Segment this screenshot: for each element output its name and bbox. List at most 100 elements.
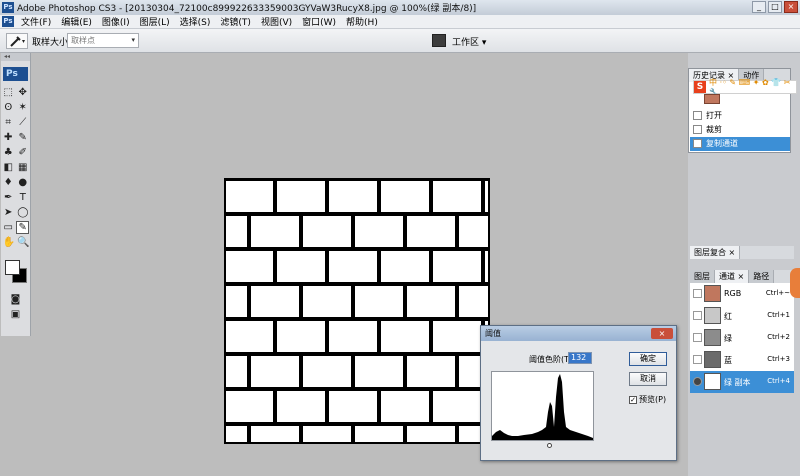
color-swatches bbox=[1, 258, 30, 292]
history-brush-source-box[interactable] bbox=[693, 111, 702, 120]
workspace-menu[interactable]: 工作区 ▾ bbox=[452, 35, 486, 48]
history-item-open[interactable]: 打开 bbox=[690, 109, 790, 123]
visibility-eye-icon[interactable] bbox=[693, 355, 702, 364]
hand-tool-icon[interactable]: ✋ bbox=[3, 237, 15, 248]
preview-checkbox[interactable]: ✓ bbox=[629, 395, 637, 404]
blur-tool-icon[interactable]: ♦ bbox=[3, 177, 14, 188]
eyedropper-preset-icon[interactable] bbox=[6, 33, 28, 49]
channel-row-green-copy[interactable]: 绿 副本 Ctrl+4 bbox=[690, 371, 794, 393]
document-canvas[interactable] bbox=[224, 178, 490, 444]
window-controls: _ □ × bbox=[752, 1, 798, 13]
brush-tool-icon[interactable]: ✎ bbox=[17, 132, 28, 143]
menu-view[interactable]: 视图(V) bbox=[256, 15, 297, 28]
menu-help[interactable]: 帮助(H) bbox=[341, 15, 383, 28]
menu-file[interactable]: 文件(F) bbox=[16, 15, 56, 28]
screen-mode-icon[interactable]: ▣ bbox=[10, 309, 21, 320]
dock-panel-icon[interactable] bbox=[432, 34, 446, 47]
channel-name: 蓝 bbox=[724, 356, 732, 365]
quick-mask-icon[interactable]: ◙ bbox=[10, 294, 21, 305]
dialog-titlebar: 阈值 × bbox=[481, 326, 676, 341]
channel-name: 绿 副本 bbox=[724, 378, 751, 387]
menu-app-icon[interactable]: Ps bbox=[2, 16, 14, 27]
channel-thumbnail bbox=[704, 351, 721, 368]
tab-layers[interactable]: 图层 bbox=[690, 270, 715, 283]
channel-shortcut: Ctrl+2 bbox=[767, 333, 790, 341]
visibility-eye-icon[interactable] bbox=[693, 311, 702, 320]
brick bbox=[251, 216, 299, 247]
cancel-button[interactable]: 取消 bbox=[629, 372, 667, 386]
sogou-ime-icon[interactable]: S bbox=[694, 81, 707, 93]
eyedropper-tool-icon[interactable]: ✎ bbox=[16, 221, 30, 234]
path-select-icon[interactable]: ➤ bbox=[3, 207, 14, 218]
dodge-tool-icon[interactable]: ● bbox=[17, 177, 28, 188]
brick bbox=[226, 181, 273, 212]
menu-image[interactable]: 图像(I) bbox=[97, 15, 135, 28]
maximize-button[interactable]: □ bbox=[768, 1, 782, 13]
crop-tool-icon[interactable]: ⌗ bbox=[3, 117, 14, 128]
magic-wand-icon[interactable]: ✶ bbox=[17, 102, 28, 113]
photoshop-logo[interactable]: Ps bbox=[3, 67, 28, 81]
gradient-tool-icon[interactable]: ▦ bbox=[17, 162, 28, 173]
sample-size-select[interactable]: 取样点 ▾ bbox=[67, 33, 139, 48]
brick bbox=[303, 216, 351, 247]
history-brush-source-box[interactable] bbox=[693, 125, 702, 134]
brick bbox=[433, 181, 481, 212]
toolbox: ◂◂ Ps ⬚ ✥ ʘ ✶ ⌗ ⟋ ✚ ✎ ♣ ✐ ◧ ▦ ♦ ● ✒ T ➤ ◯ ▭ ✎ ✋ 🔍 ◙… bbox=[1, 53, 31, 336]
zoom-tool-icon[interactable]: 🔍 bbox=[17, 237, 29, 248]
slice-tool-icon[interactable]: ⟋ bbox=[17, 117, 28, 128]
history-snapshot-thumbnail[interactable] bbox=[704, 94, 720, 104]
shape-tool-icon[interactable]: ◯ bbox=[17, 207, 28, 218]
dialog-title: 阈值 bbox=[485, 329, 501, 338]
foreground-color-swatch[interactable] bbox=[5, 260, 20, 275]
menu-edit[interactable]: 编辑(E) bbox=[56, 15, 97, 28]
notes-tool-icon[interactable]: ▭ bbox=[3, 222, 14, 233]
menu-bar: Ps 文件(F) 编辑(E) 图像(I) 图层(L) 选择(S) 滤镜(T) 视… bbox=[0, 15, 800, 29]
pen-tool-icon[interactable]: ✒ bbox=[3, 192, 14, 203]
ime-tool-icons[interactable]: 中 ·◦ ✎ ⌨ ✦ ✿ 👕 ✂ 🔧 bbox=[709, 77, 796, 97]
visibility-eye-icon[interactable] bbox=[693, 377, 702, 386]
sample-size-value: 取样点 bbox=[71, 36, 95, 45]
menu-select[interactable]: 选择(S) bbox=[175, 15, 216, 28]
healing-brush-icon[interactable]: ✚ bbox=[3, 132, 14, 143]
minimize-button[interactable]: _ bbox=[752, 1, 766, 13]
visibility-eye-icon[interactable] bbox=[693, 289, 702, 298]
channel-row-blue[interactable]: 蓝 Ctrl+3 bbox=[690, 349, 794, 371]
dialog-close-button[interactable]: × bbox=[651, 328, 673, 339]
visibility-eye-icon[interactable] bbox=[693, 333, 702, 342]
channel-thumbnail bbox=[704, 373, 721, 390]
ok-button[interactable]: 确定 bbox=[629, 352, 667, 366]
move-tool-icon[interactable]: ✥ bbox=[17, 87, 28, 98]
brick bbox=[277, 391, 325, 422]
history-item-duplicate-channel[interactable]: 复制通道 bbox=[690, 137, 790, 151]
brick bbox=[329, 321, 377, 352]
brick bbox=[381, 251, 429, 282]
lasso-tool-icon[interactable]: ʘ bbox=[3, 102, 14, 113]
history-item-crop[interactable]: 裁剪 bbox=[690, 123, 790, 137]
type-tool-icon[interactable]: T bbox=[17, 192, 28, 203]
close-button[interactable]: × bbox=[784, 1, 798, 13]
brick bbox=[407, 426, 455, 442]
threshold-dialog: 阈值 × 阈值色阶(T): 132 确定 取消 ✓ 预览(P) bbox=[480, 325, 677, 461]
toolbox-grip[interactable]: ◂◂ bbox=[1, 53, 30, 61]
side-widget-tab[interactable] bbox=[790, 268, 800, 298]
marquee-tool-icon[interactable]: ⬚ bbox=[3, 87, 14, 98]
threshold-slider-handle[interactable] bbox=[547, 443, 552, 448]
menu-filter[interactable]: 滤镜(T) bbox=[215, 15, 256, 28]
brick bbox=[226, 391, 273, 422]
preview-checkbox-group[interactable]: ✓ 预览(P) bbox=[629, 394, 666, 405]
history-brush-source-box[interactable] bbox=[693, 139, 702, 148]
channel-row-rgb[interactable]: RGB Ctrl+~ bbox=[690, 283, 794, 305]
tab-channels[interactable]: 通道 × bbox=[715, 270, 750, 283]
menu-layer[interactable]: 图层(L) bbox=[135, 15, 175, 28]
eraser-tool-icon[interactable]: ◧ bbox=[3, 162, 14, 173]
threshold-level-input[interactable]: 132 bbox=[568, 352, 592, 364]
history-brush-icon[interactable]: ✐ bbox=[17, 147, 28, 158]
tab-paths[interactable]: 路径 bbox=[749, 270, 775, 283]
sample-size-label: 取样大小: bbox=[32, 38, 72, 48]
channel-row-red[interactable]: 红 Ctrl+1 bbox=[690, 305, 794, 327]
tab-layer-comps[interactable]: 图层复合 × bbox=[690, 246, 741, 259]
channel-row-green[interactable]: 绿 Ctrl+2 bbox=[690, 327, 794, 349]
channel-thumbnail bbox=[704, 285, 721, 302]
clone-stamp-icon[interactable]: ♣ bbox=[3, 147, 14, 158]
menu-window[interactable]: 窗口(W) bbox=[297, 15, 341, 28]
